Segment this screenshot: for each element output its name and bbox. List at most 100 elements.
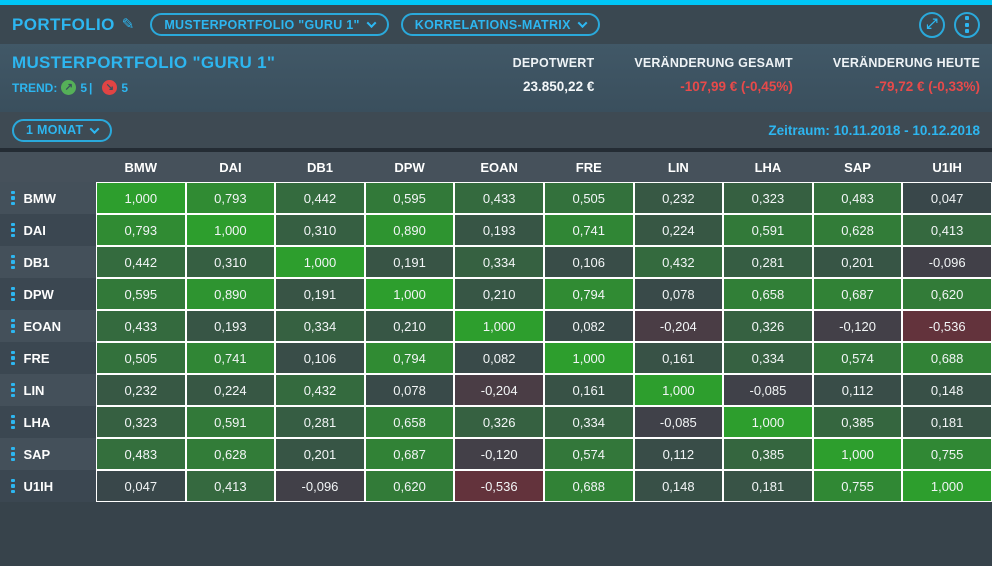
- matrix-cell-db1-sap: 0,201: [813, 246, 903, 278]
- matrix-cell-dpw-sap: 0,687: [813, 278, 903, 310]
- trend-up-count: 5: [80, 81, 87, 95]
- matrix-cell-lha-lin: -0,085: [634, 406, 724, 438]
- matrix-cell-dai-eoan: 0,193: [454, 214, 544, 246]
- correlation-matrix: BMWDAIDB1DPWEOANFRELINLHASAPU1IHBMW1,000…: [0, 152, 992, 502]
- matrix-cell-lha-u1ih: 0,181: [902, 406, 992, 438]
- view-dropdown[interactable]: KORRELATIONS-MATRIX: [401, 13, 600, 36]
- row-header-label: FRE: [24, 351, 50, 366]
- drag-handle-icon[interactable]: [11, 286, 15, 303]
- matrix-cell-eoan-fre: 0,082: [544, 310, 634, 342]
- matrix-cell-lin-lin: 1,000: [634, 374, 724, 406]
- matrix-cell-dpw-fre: 0,794: [544, 278, 634, 310]
- drag-handle-icon[interactable]: [11, 414, 15, 431]
- row-header-label: U1IH: [24, 479, 54, 494]
- drag-handle-icon[interactable]: [11, 350, 15, 367]
- matrix-cell-dpw-bmw: 0,595: [96, 278, 186, 310]
- row-header-label: EOAN: [24, 319, 62, 334]
- matrix-cell-db1-dai: 0,310: [186, 246, 276, 278]
- fullscreen-button[interactable]: ⤢: [919, 12, 945, 38]
- row-header-label: DB1: [24, 255, 50, 270]
- matrix-cell-lha-lha: 1,000: [723, 406, 813, 438]
- row-header-sap: SAP: [0, 438, 96, 470]
- row-header-label: DAI: [24, 223, 46, 238]
- row-header-label: SAP: [24, 447, 51, 462]
- matrix-cell-fre-u1ih: 0,688: [902, 342, 992, 374]
- stat-veraenderung-heute: VERÄNDERUNG HEUTE -79,72 € (-0,33%): [833, 56, 980, 112]
- more-options-button[interactable]: [954, 12, 980, 38]
- drag-handle-icon[interactable]: [11, 190, 15, 207]
- matrix-cell-lin-sap: 0,112: [813, 374, 903, 406]
- matrix-cell-u1ih-u1ih: 1,000: [902, 470, 992, 502]
- portfolio-title: MUSTERPORTFOLIO "GURU 1": [12, 53, 275, 73]
- matrix-cell-fre-lin: 0,161: [634, 342, 724, 374]
- matrix-cell-sap-db1: 0,201: [275, 438, 365, 470]
- matrix-cell-fre-db1: 0,106: [275, 342, 365, 374]
- matrix-cell-bmw-db1: 0,442: [275, 182, 365, 214]
- matrix-cell-bmw-dpw: 0,595: [365, 182, 455, 214]
- matrix-row-sap: SAP0,4830,6280,2010,687-0,1200,5740,1120…: [0, 438, 992, 470]
- column-header-dpw: DPW: [365, 152, 455, 182]
- drag-handle-icon[interactable]: [11, 318, 15, 335]
- portfolio-dropdown[interactable]: MUSTERPORTFOLIO "GURU 1": [150, 13, 388, 36]
- toolbar-actions: ⤢: [910, 12, 980, 38]
- chevron-down-icon: [90, 124, 100, 134]
- trend-summary: TREND: ↗ 5 | ↘ 5: [12, 80, 275, 95]
- drag-handle-icon[interactable]: [11, 446, 15, 463]
- matrix-cell-u1ih-dpw: 0,620: [365, 470, 455, 502]
- matrix-cell-lha-bmw: 0,323: [96, 406, 186, 438]
- matrix-cell-sap-dpw: 0,687: [365, 438, 455, 470]
- portfolio-stats: DEPOTWERT 23.850,22 € VERÄNDERUNG GESAMT…: [473, 44, 980, 112]
- row-header-lin: LIN: [0, 374, 96, 406]
- matrix-cell-dpw-u1ih: 0,620: [902, 278, 992, 310]
- column-header-bmw: BMW: [96, 152, 186, 182]
- matrix-row-dpw: DPW0,5950,8900,1911,0000,2100,7940,0780,…: [0, 278, 992, 310]
- matrix-cell-sap-sap: 1,000: [813, 438, 903, 470]
- matrix-row-eoan: EOAN0,4330,1930,3340,2101,0000,082-0,204…: [0, 310, 992, 342]
- drag-handle-icon[interactable]: [11, 222, 15, 239]
- row-header-db1: DB1: [0, 246, 96, 278]
- matrix-cell-sap-u1ih: 0,755: [902, 438, 992, 470]
- matrix-cell-db1-fre: 0,106: [544, 246, 634, 278]
- drag-handle-icon[interactable]: [11, 478, 15, 495]
- drag-handle-icon[interactable]: [11, 382, 15, 399]
- matrix-cell-dai-dai: 1,000: [186, 214, 276, 246]
- period-dropdown[interactable]: 1 MONAT: [12, 119, 112, 142]
- column-header-u1ih: U1IH: [902, 152, 992, 182]
- kebab-menu-icon: [965, 15, 969, 34]
- stat-depotwert: DEPOTWERT 23.850,22 €: [513, 56, 595, 112]
- matrix-cell-lha-fre: 0,334: [544, 406, 634, 438]
- matrix-cell-eoan-lha: 0,326: [723, 310, 813, 342]
- edit-pencil-icon[interactable]: ✎: [122, 15, 135, 33]
- matrix-row-lha: LHA0,3230,5910,2810,6580,3260,334-0,0851…: [0, 406, 992, 438]
- matrix-cell-lha-dai: 0,591: [186, 406, 276, 438]
- matrix-cell-lin-bmw: 0,232: [96, 374, 186, 406]
- column-header-sap: SAP: [813, 152, 903, 182]
- matrix-cell-sap-lin: 0,112: [634, 438, 724, 470]
- matrix-cell-bmw-lin: 0,232: [634, 182, 724, 214]
- matrix-cell-dpw-lha: 0,658: [723, 278, 813, 310]
- view-dropdown-label: KORRELATIONS-MATRIX: [415, 18, 571, 32]
- matrix-cell-eoan-bmw: 0,433: [96, 310, 186, 342]
- portfolio-header: MUSTERPORTFOLIO "GURU 1" TREND: ↗ 5 | ↘ …: [0, 44, 992, 112]
- matrix-cell-db1-db1: 1,000: [275, 246, 365, 278]
- matrix-cell-dpw-dpw: 1,000: [365, 278, 455, 310]
- matrix-cell-dpw-db1: 0,191: [275, 278, 365, 310]
- stat-veraenderung-gesamt: VERÄNDERUNG GESAMT -107,99 € (-0,45%): [634, 56, 792, 112]
- row-header-bmw: BMW: [0, 182, 96, 214]
- matrix-cell-dai-sap: 0,628: [813, 214, 903, 246]
- matrix-cell-fre-sap: 0,574: [813, 342, 903, 374]
- matrix-row-db1: DB10,4420,3101,0000,1910,3340,1060,4320,…: [0, 246, 992, 278]
- matrix-cell-lin-lha: -0,085: [723, 374, 813, 406]
- stat-value: -79,72 € (-0,33%): [833, 79, 980, 94]
- filter-bar: 1 MONAT Zeitraum: 10.11.2018 - 10.12.201…: [0, 112, 992, 148]
- column-header-lin: LIN: [634, 152, 724, 182]
- matrix-cell-bmw-eoan: 0,433: [454, 182, 544, 214]
- stat-value: 23.850,22 €: [513, 79, 595, 94]
- matrix-cell-fre-bmw: 0,505: [96, 342, 186, 374]
- matrix-cell-u1ih-fre: 0,688: [544, 470, 634, 502]
- period-dropdown-label: 1 MONAT: [26, 123, 83, 137]
- matrix-row-dai: DAI0,7931,0000,3100,8900,1930,7410,2240,…: [0, 214, 992, 246]
- matrix-cell-fre-dpw: 0,794: [365, 342, 455, 374]
- row-header-label: LIN: [24, 383, 45, 398]
- drag-handle-icon[interactable]: [11, 254, 15, 271]
